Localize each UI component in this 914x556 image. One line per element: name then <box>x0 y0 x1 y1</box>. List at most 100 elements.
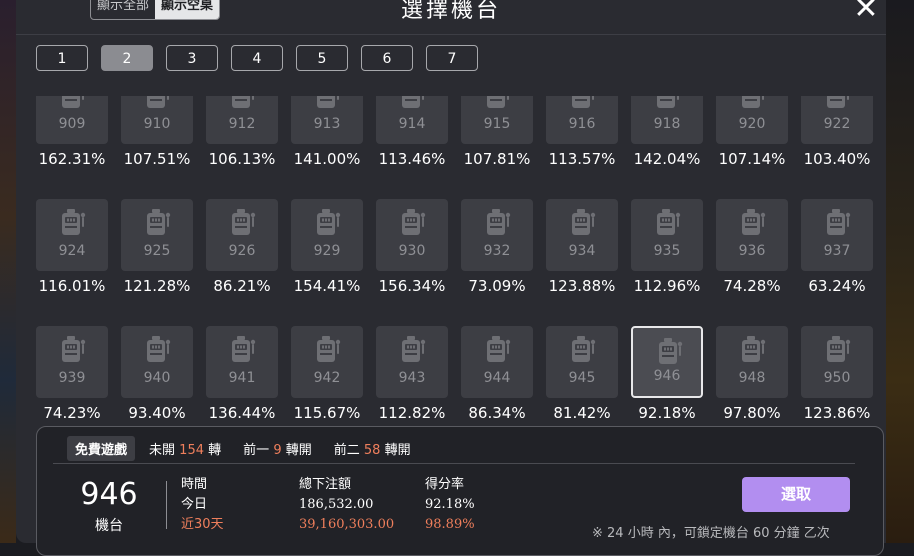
machine-cell[interactable]: 950 123.86% <box>801 326 873 422</box>
machine-tile[interactable]: 918 <box>631 96 703 144</box>
machine-tile[interactable]: 950 <box>801 326 873 398</box>
machine-tile[interactable]: 934 <box>546 199 618 271</box>
machine-tile[interactable]: 929 <box>291 199 363 271</box>
machine-tile[interactable]: 925 <box>121 199 193 271</box>
machine-tile[interactable]: 914 <box>376 96 448 144</box>
machine-tile[interactable]: 924 <box>36 199 108 271</box>
slot-machine-icon <box>230 336 256 364</box>
col-rate-header: 得分率 <box>425 477 465 492</box>
stat-prev1-value: 9 <box>273 443 282 458</box>
machine-rate: 123.86% <box>803 404 871 422</box>
slot-machine-icon <box>740 209 766 237</box>
machine-tile[interactable]: 942 <box>291 326 363 398</box>
machine-cell[interactable]: 941 136.44% <box>206 326 278 422</box>
machine-cell[interactable]: 942 115.67% <box>291 326 363 422</box>
machine-cell[interactable]: 910 107.51% <box>121 96 193 168</box>
page-button-3[interactable]: 3 <box>166 45 218 71</box>
machine-cell[interactable]: 912 106.13% <box>206 96 278 168</box>
machine-cell[interactable]: 935 112.96% <box>631 199 703 295</box>
machine-rate: 103.40% <box>803 150 871 168</box>
machine-rate: 107.81% <box>463 150 531 168</box>
row-30days-rate: 98.89% <box>425 517 475 532</box>
slot-machine-icon <box>825 209 851 237</box>
page-button-1[interactable]: 1 <box>36 45 88 71</box>
machine-grid-viewport[interactable]: 909 162.31% 910 107.51% 912 106.13% 913 141.00%… <box>36 96 886 426</box>
select-button[interactable]: 選取 <box>742 477 850 512</box>
machine-tile[interactable]: 909 <box>36 96 108 144</box>
machine-cell[interactable]: 936 74.28% <box>716 199 788 295</box>
machine-tile[interactable]: 932 <box>461 199 533 271</box>
machine-cell[interactable]: 925 121.28% <box>121 199 193 295</box>
machine-tile[interactable]: 913 <box>291 96 363 144</box>
machine-cell[interactable]: 915 107.81% <box>461 96 533 168</box>
machine-tile[interactable]: 922 <box>801 96 873 144</box>
machine-cell[interactable]: 913 141.00% <box>291 96 363 168</box>
machine-cell[interactable]: 914 113.46% <box>376 96 448 168</box>
close-icon[interactable]: ✕ <box>846 0 886 26</box>
machine-tile[interactable]: 926 <box>206 199 278 271</box>
machine-tile[interactable]: 945 <box>546 326 618 398</box>
machine-tile[interactable]: 930 <box>376 199 448 271</box>
machine-cell[interactable]: 909 162.31% <box>36 96 108 168</box>
machine-rate: 112.82% <box>378 404 446 422</box>
machine-number-label: 918 <box>653 116 681 132</box>
stat-prev1: 前一 9 轉開 <box>243 439 312 458</box>
machine-label: 機台 <box>95 518 123 534</box>
machine-tile[interactable]: 948 <box>716 326 788 398</box>
machine-number-label: 932 <box>483 243 511 259</box>
machine-cell[interactable]: 930 156.34% <box>376 199 448 295</box>
slot-machine-icon <box>485 336 511 364</box>
slot-machine-icon <box>740 336 766 364</box>
machine-cell[interactable]: 945 81.42% <box>546 326 618 422</box>
machine-cell[interactable]: 948 97.80% <box>716 326 788 422</box>
machine-tile[interactable]: 935 <box>631 199 703 271</box>
machine-tile[interactable]: 910 <box>121 96 193 144</box>
machine-tile[interactable]: 940 <box>121 326 193 398</box>
machine-cell[interactable]: 932 73.09% <box>461 199 533 295</box>
machine-cell[interactable]: 922 103.40% <box>801 96 873 168</box>
machine-info-panel: 免費遊戲 未開 154 轉 前一 9 轉開 前二 58 轉開 946 機台 時間… <box>36 426 884 556</box>
machine-tile[interactable]: 936 <box>716 199 788 271</box>
machine-tile[interactable]: 920 <box>716 96 788 144</box>
page-button-4[interactable]: 4 <box>231 45 283 71</box>
machine-tile[interactable]: 915 <box>461 96 533 144</box>
page-button-6[interactable]: 6 <box>361 45 413 71</box>
machine-rate: 74.28% <box>723 277 781 295</box>
free-game-badge[interactable]: 免費遊戲 <box>67 436 136 461</box>
page-button-7[interactable]: 7 <box>426 45 478 71</box>
machine-cell[interactable]: 944 86.34% <box>461 326 533 422</box>
machine-cell[interactable]: 934 123.88% <box>546 199 618 295</box>
machine-cell[interactable]: 926 86.21% <box>206 199 278 295</box>
machine-tile[interactable]: 939 <box>36 326 108 398</box>
page-button-2[interactable]: 2 <box>101 45 153 71</box>
machine-cell[interactable]: 939 74.23% <box>36 326 108 422</box>
machine-tile[interactable]: 916 <box>546 96 618 144</box>
vertical-divider <box>166 481 167 529</box>
machine-tile[interactable]: 944 <box>461 326 533 398</box>
machine-cell[interactable]: 946 92.18% <box>631 326 703 422</box>
slot-machine-icon <box>400 96 426 110</box>
stat-not-open: 未開 154 轉 <box>149 439 221 458</box>
slot-machine-icon <box>315 96 341 110</box>
machine-cell[interactable]: 940 93.40% <box>121 326 193 422</box>
machine-number-label: 943 <box>398 370 426 386</box>
machine-tile[interactable]: 941 <box>206 326 278 398</box>
slot-machine-icon <box>657 338 683 366</box>
machine-cell[interactable]: 943 112.82% <box>376 326 448 422</box>
machine-tile[interactable]: 937 <box>801 199 873 271</box>
machine-cell[interactable]: 929 154.41% <box>291 199 363 295</box>
machine-number: 946 <box>80 477 138 512</box>
machine-cell[interactable]: 920 107.14% <box>716 96 788 168</box>
machine-tile[interactable]: 912 <box>206 96 278 144</box>
machine-cell[interactable]: 918 142.04% <box>631 96 703 168</box>
machine-cell[interactable]: 924 116.01% <box>36 199 108 295</box>
page-button-5[interactable]: 5 <box>296 45 348 71</box>
slot-machine-icon <box>230 96 256 110</box>
machine-number-label: 920 <box>738 116 766 132</box>
machine-number-label: 924 <box>58 243 86 259</box>
machine-number-label: 937 <box>823 243 851 259</box>
machine-tile-selected[interactable]: 946 <box>631 326 703 398</box>
machine-cell[interactable]: 916 113.57% <box>546 96 618 168</box>
machine-tile[interactable]: 943 <box>376 326 448 398</box>
machine-cell[interactable]: 937 63.24% <box>801 199 873 295</box>
